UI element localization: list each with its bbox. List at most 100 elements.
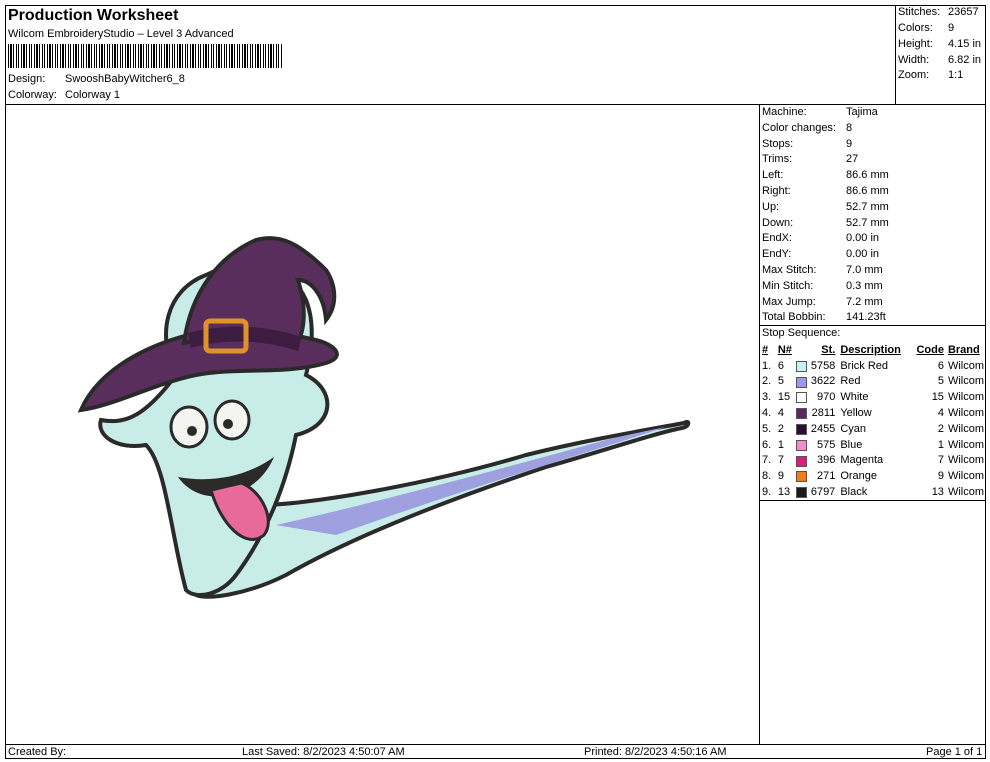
colorway-label: Colorway:: [8, 89, 57, 101]
machine-info-value: 7.2 mm: [846, 295, 883, 308]
stop-code: 5: [937, 375, 944, 388]
thread-color-swatch: [795, 471, 807, 483]
machine-info-label: Down:: [762, 216, 794, 229]
stop-description: Brick Red: [840, 359, 888, 372]
machine-info-label: Max Jump:: [762, 295, 816, 308]
stop-top-divider: [759, 325, 986, 326]
stop-brand: Wilcom: [947, 486, 984, 499]
stop-stitches-cell: 2455: [795, 421, 841, 437]
stop-code: 4: [937, 407, 944, 420]
stop-description: Yellow: [840, 407, 872, 420]
top-border: [5, 5, 986, 6]
stop-description: Cyan: [840, 422, 866, 435]
machine-info-value: 0.00 in: [846, 232, 880, 245]
stop-description: Magenta: [840, 454, 884, 467]
machine-info-label: Trims:: [762, 153, 793, 166]
page-number: Page 1 of 1: [926, 746, 983, 758]
machine-info-value: 27: [846, 153, 859, 166]
stop-row: 1. 6 5758 Brick Red 6 Wilcom: [762, 358, 984, 374]
stop-brand: Wilcom: [947, 375, 984, 388]
machine-info-label: Up:: [762, 200, 780, 213]
stop-description: Blue: [840, 438, 863, 451]
stop-sequence-title: Stop Sequence:: [762, 327, 841, 339]
col-desc-header: Description: [840, 343, 901, 356]
stop-brand: Wilcom: [947, 407, 984, 420]
thread-color-swatch: [795, 439, 807, 451]
colorway-value: Colorway 1: [65, 89, 121, 101]
thread-color-swatch: [795, 392, 807, 404]
needle-number: 13: [777, 486, 791, 499]
machine-info-value: 0.00 in: [846, 248, 880, 261]
stop-bottom-divider: [759, 500, 986, 501]
printed-date: Printed: 8/2/2023 4:50:16 AM: [584, 746, 727, 758]
footer-divider: [5, 744, 986, 745]
thread-color-swatch: [795, 423, 807, 435]
created-by: Created By:: [8, 746, 67, 758]
summary-label: Stitches:: [898, 6, 941, 18]
needle-number: 15: [777, 391, 791, 404]
right-border: [985, 5, 986, 759]
stop-row: 4. 4 2811 Yellow 4 Wilcom: [762, 405, 984, 421]
stop-brand: Wilcom: [947, 470, 984, 483]
machine-info-value: 8: [846, 121, 853, 134]
software-name: Wilcom EmbroideryStudio – Level 3 Advanc…: [8, 28, 234, 40]
machine-info-value: 86.6 mm: [846, 185, 889, 197]
needle-number: 6: [777, 359, 784, 372]
stop-stitches: 970: [816, 391, 836, 404]
stop-stitches: 2811: [811, 407, 836, 420]
stop-index: 6.: [762, 438, 772, 451]
stop-row: 9. 13 6797 Black 13 Wilcom: [762, 484, 984, 500]
col-code-header: Code: [916, 343, 944, 356]
stop-row: 8. 9 271 Orange 9 Wilcom: [762, 468, 984, 484]
stop-stitches-cell: 271: [795, 468, 841, 484]
stop-stitches: 2455: [810, 422, 836, 435]
stop-row: 2. 5 3622 Red 5 Wilcom: [762, 374, 984, 390]
stop-index: 9.: [762, 486, 772, 499]
machine-info-label: Right:: [762, 185, 791, 197]
stop-stitches: 575: [816, 438, 836, 451]
stop-row: 6. 1 575 Blue 1 Wilcom: [762, 437, 984, 453]
machine-info-value: 0.3 mm: [846, 279, 883, 292]
stop-stitches-cell: 3622: [795, 374, 841, 390]
stop-index: 3.: [762, 391, 772, 404]
summary-label: Colors:: [898, 22, 933, 34]
stop-code: 9: [937, 470, 944, 483]
stop-sequence-table: # N# St. Description Code Brand 1. 6 5758 B…: [762, 342, 984, 500]
right-pupil: [223, 419, 233, 429]
machine-info-value: 52.7 mm: [846, 200, 889, 213]
stop-brand: Wilcom: [947, 454, 984, 467]
stop-stitches: 3622: [810, 375, 836, 388]
needle-number: 4: [777, 407, 784, 420]
col-num-header: #: [762, 343, 769, 356]
bottom-border: [5, 758, 986, 759]
stop-index: 5.: [762, 422, 772, 435]
stop-stitches: 5758: [810, 359, 836, 372]
stop-brand: Wilcom: [947, 422, 984, 435]
stop-stitches-cell: 5758: [795, 358, 841, 374]
machine-info-value: 141.23ft: [846, 311, 886, 324]
machine-info-label: Min Stitch:: [762, 279, 814, 292]
stop-stitches-cell: 575: [795, 437, 841, 453]
col-brand-header: Brand: [947, 343, 980, 356]
stop-description: White: [840, 391, 869, 404]
thread-color-swatch: [795, 408, 807, 420]
left-pupil: [187, 426, 197, 436]
needle-number: 7: [777, 454, 784, 467]
machine-info-label: Left:: [762, 169, 784, 182]
stop-stitches-cell: 2811: [795, 405, 841, 421]
summary-label: Height:: [898, 38, 933, 50]
stop-stitches: 396: [816, 454, 836, 467]
stop-brand: Wilcom: [947, 391, 984, 404]
summary-value: 1:1: [948, 69, 964, 81]
machine-info-label: Machine:: [762, 106, 807, 118]
info-divider: [759, 104, 760, 744]
machine-info-value: 52.7 mm: [846, 216, 889, 229]
machine-info-value: 86.6 mm: [846, 169, 889, 182]
stop-row: 7. 7 396 Magenta 7 Wilcom: [762, 453, 984, 469]
stop-index: 7.: [762, 454, 772, 467]
machine-info-label: Max Stitch:: [762, 264, 817, 276]
stop-index: 2.: [762, 375, 772, 388]
summary-value: 9: [948, 22, 955, 34]
summary-value: 4.15 in: [948, 38, 982, 50]
stop-index: 1.: [762, 359, 772, 372]
